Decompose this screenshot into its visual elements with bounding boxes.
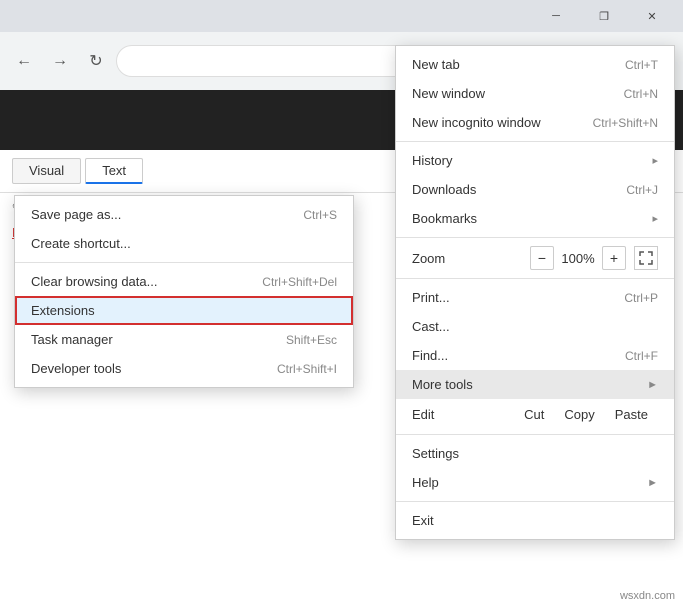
menu-sep-1 bbox=[396, 141, 674, 142]
menu-cast[interactable]: Cast... bbox=[396, 312, 674, 341]
menu-new-window[interactable]: New window Ctrl+N bbox=[396, 79, 674, 108]
tab-text[interactable]: Text bbox=[85, 158, 143, 184]
menu-more-tools[interactable]: More tools ► bbox=[396, 370, 674, 399]
minimize-button[interactable]: ─ bbox=[533, 0, 579, 32]
menu-sep-2 bbox=[396, 237, 674, 238]
chrome-menu: New tab Ctrl+T New window Ctrl+N New inc… bbox=[395, 45, 675, 540]
restore-button[interactable]: ❐ bbox=[581, 0, 627, 32]
ctx-separator-1 bbox=[15, 262, 353, 263]
menu-history[interactable]: History ▸ bbox=[396, 146, 674, 175]
menu-sep-4 bbox=[396, 434, 674, 435]
menu-sep-5 bbox=[396, 501, 674, 502]
zoom-value: 100% bbox=[558, 251, 598, 266]
menu-help[interactable]: Help ► bbox=[396, 468, 674, 497]
zoom-fullscreen-button[interactable] bbox=[634, 246, 658, 270]
refresh-button[interactable]: ↻ bbox=[80, 45, 112, 77]
menu-print[interactable]: Print... Ctrl+P bbox=[396, 283, 674, 312]
zoom-row: Zoom − 100% + bbox=[396, 242, 674, 274]
menu-downloads[interactable]: Downloads Ctrl+J bbox=[396, 175, 674, 204]
menu-settings[interactable]: Settings bbox=[396, 439, 674, 468]
menu-exit[interactable]: Exit bbox=[396, 506, 674, 535]
forward-button[interactable]: → bbox=[44, 45, 76, 77]
menu-new-incognito[interactable]: New incognito window Ctrl+Shift+N bbox=[396, 108, 674, 137]
ctx-save-page[interactable]: Save page as... Ctrl+S bbox=[15, 200, 353, 229]
edit-paste-button[interactable]: Paste bbox=[605, 403, 658, 426]
tab-visual[interactable]: Visual bbox=[12, 158, 81, 184]
ctx-task-manager[interactable]: Task manager Shift+Esc bbox=[15, 325, 353, 354]
title-bar: ─ ❐ ✕ bbox=[0, 0, 683, 32]
ctx-developer-tools[interactable]: Developer tools Ctrl+Shift+I bbox=[15, 354, 353, 383]
zoom-plus-button[interactable]: + bbox=[602, 246, 626, 270]
ctx-create-shortcut[interactable]: Create shortcut... bbox=[15, 229, 353, 258]
ctx-clear-browsing[interactable]: Clear browsing data... Ctrl+Shift+Del bbox=[15, 267, 353, 296]
ctx-extensions[interactable]: Extensions bbox=[15, 296, 353, 325]
menu-sep-3 bbox=[396, 278, 674, 279]
back-button[interactable]: ← bbox=[8, 45, 40, 77]
edit-cut-button[interactable]: Cut bbox=[514, 403, 554, 426]
zoom-minus-button[interactable]: − bbox=[530, 246, 554, 270]
edit-row: Edit Cut Copy Paste bbox=[396, 399, 674, 430]
edit-copy-button[interactable]: Copy bbox=[554, 403, 604, 426]
menu-find[interactable]: Find... Ctrl+F bbox=[396, 341, 674, 370]
menu-bookmarks[interactable]: Bookmarks ▸ bbox=[396, 204, 674, 233]
zoom-control: − 100% + bbox=[530, 246, 626, 270]
context-menu-left: Save page as... Ctrl+S Create shortcut..… bbox=[14, 195, 354, 388]
menu-new-tab[interactable]: New tab Ctrl+T bbox=[396, 50, 674, 79]
close-button[interactable]: ✕ bbox=[629, 0, 675, 32]
watermark: wsxdn.com bbox=[620, 590, 675, 602]
